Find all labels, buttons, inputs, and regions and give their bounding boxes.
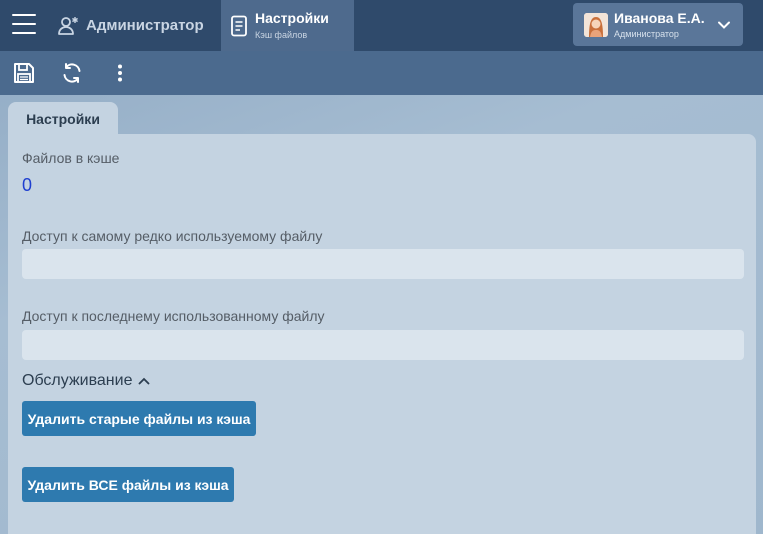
- refresh-icon[interactable]: [60, 61, 84, 85]
- document-icon: [231, 15, 247, 36]
- avatar: [584, 12, 608, 37]
- panel-tab-settings[interactable]: Настройки: [8, 102, 118, 135]
- user-settings-icon: [58, 16, 78, 35]
- menu-icon[interactable]: [12, 14, 36, 34]
- tab-settings[interactable]: Настройки Кэш файлов: [221, 0, 354, 51]
- tab-administrator-label: Администратор: [86, 17, 204, 34]
- maintenance-section-toggle[interactable]: Обслуживание: [22, 372, 150, 390]
- files-in-cache-value: 0: [22, 175, 33, 195]
- tab-settings-title: Настройки: [255, 10, 329, 26]
- delete-old-files-button[interactable]: Удалить старые файлы из кэша: [22, 401, 256, 436]
- delete-all-files-button[interactable]: Удалить ВСЕ файлы из кэша: [22, 467, 234, 502]
- tab-settings-subtitle: Кэш файлов: [255, 30, 308, 40]
- user-name: Иванова Е.А.: [614, 9, 705, 26]
- user-role: Администратор: [614, 28, 679, 39]
- last-used-label: Доступ к последнему использованному файл…: [22, 308, 325, 324]
- save-icon[interactable]: [12, 61, 36, 85]
- chevron-down-icon[interactable]: [717, 20, 731, 30]
- tab-administrator[interactable]: Администратор: [56, 0, 216, 51]
- least-used-label: Доступ к самому редко используемому файл…: [22, 228, 323, 244]
- files-in-cache-label: Файлов в кэше: [22, 150, 120, 166]
- top-bar: Администратор Настройки Кэш файлов Ивано…: [0, 0, 763, 51]
- more-vertical-icon[interactable]: [108, 61, 132, 85]
- least-used-field: [22, 249, 744, 279]
- user-menu[interactable]: Иванова Е.А. Администратор: [573, 3, 743, 46]
- last-used-field: [22, 330, 744, 360]
- maintenance-label: Обслуживание: [22, 372, 133, 389]
- toolbar: [0, 51, 763, 95]
- chevron-up-icon: [139, 377, 150, 385]
